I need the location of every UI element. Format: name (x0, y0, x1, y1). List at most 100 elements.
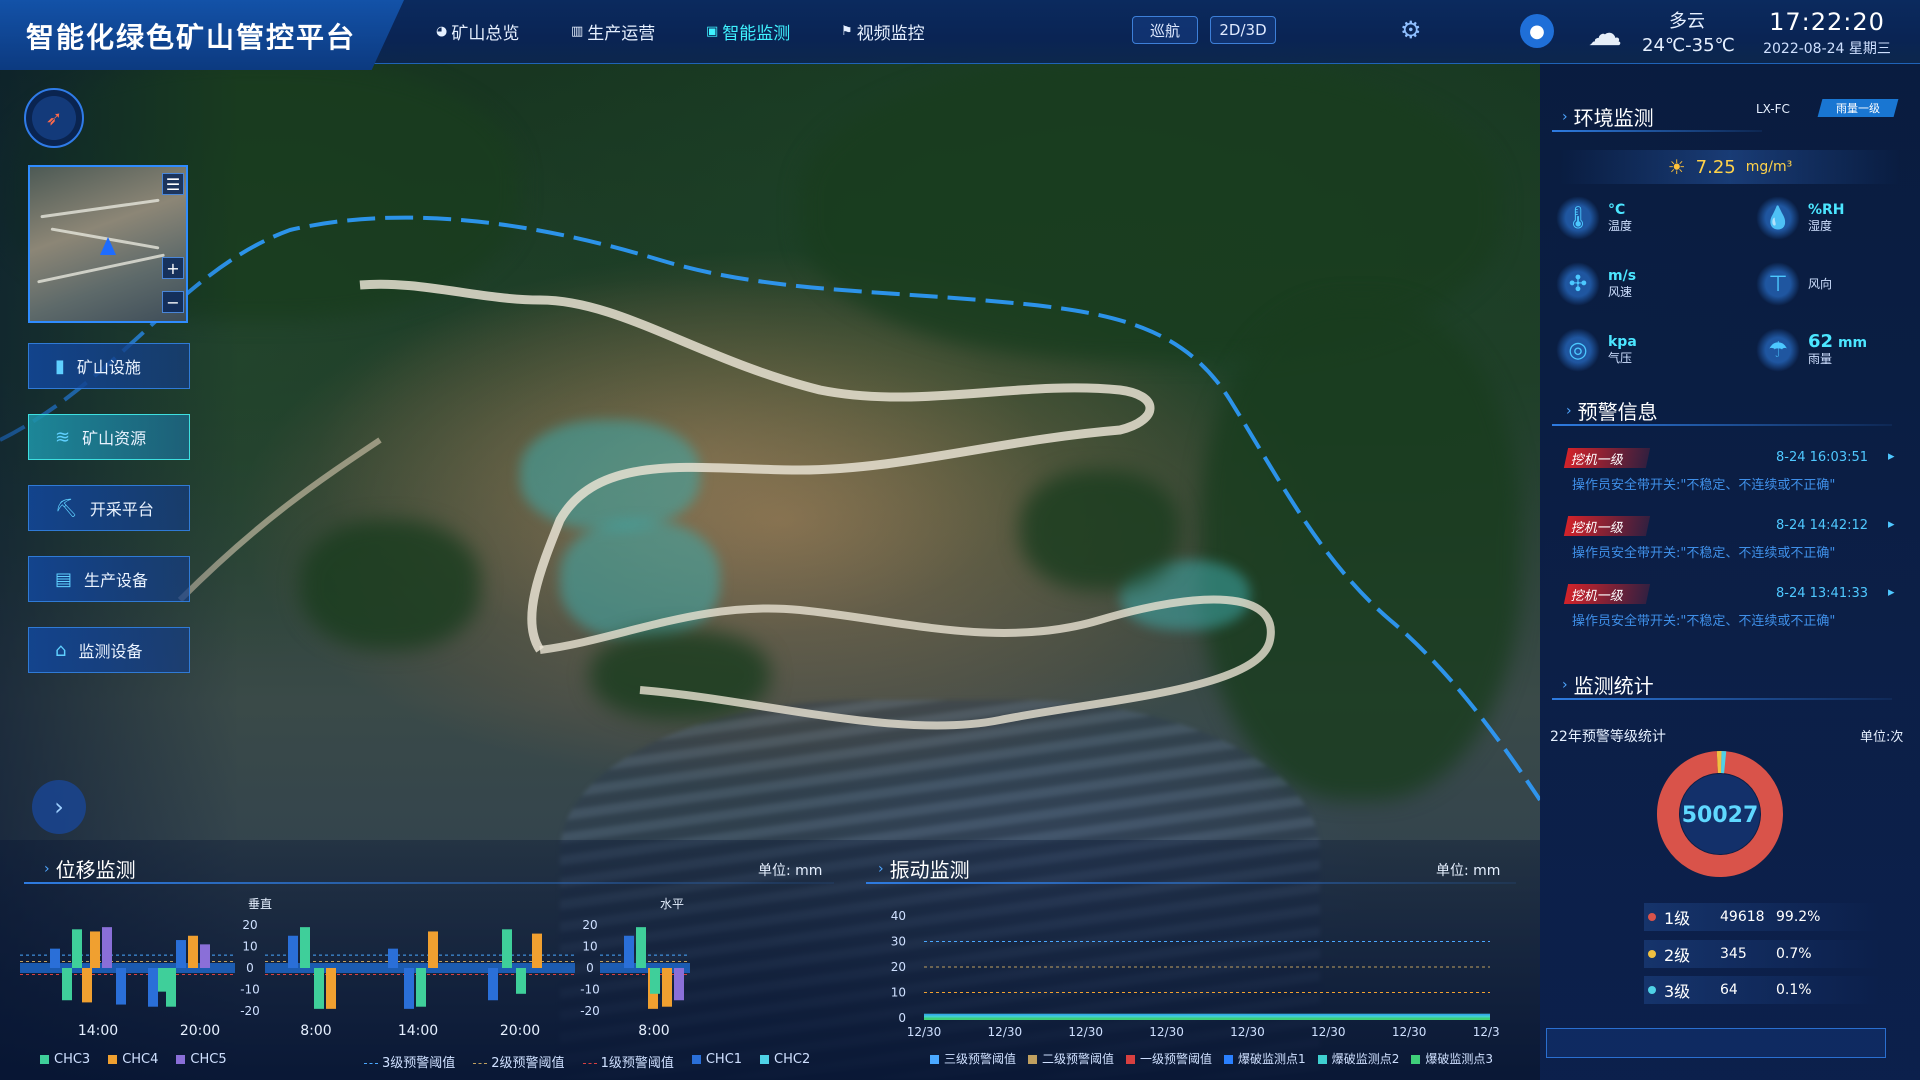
alert-item[interactable]: 挖机一级 8-24 13:41:33 ▸ 操作员安全带开关:"不稳定、不连续或不… (1563, 584, 1906, 644)
legend-label: CHC5 (190, 1052, 227, 1067)
chevron-right-icon: › (1562, 676, 1568, 693)
cruise-button[interactable]: 巡航 (1132, 16, 1198, 44)
sidebar-item-monitoring-equipment[interactable]: ⌂ 监测设备 (28, 627, 190, 673)
cloud-sun-icon: ☁ (1588, 14, 1622, 54)
alert-item[interactable]: 挖机一级 8-24 16:03:51 ▸ 操作员安全带开关:"不稳定、不连续或不… (1563, 448, 1906, 508)
legend-item: 一级预警阈值 (1126, 1050, 1212, 1067)
sidebar-item-resources[interactable]: ≋ 矿山资源 (28, 414, 190, 460)
bar (416, 968, 426, 1007)
donut-total: 50027 (1682, 803, 1759, 828)
sidebar-item-label: 监测设备 (78, 642, 143, 661)
alert-message: 操作员安全带开关:"不稳定、不连续或不正确" (1572, 546, 1836, 561)
nav-tab-monitoring[interactable]: ▣ 智能监测 (700, 18, 796, 44)
nav-tab-label: 矿山总览 (451, 23, 520, 44)
bar (102, 927, 112, 968)
chevron-right-icon[interactable]: ▸ (1888, 585, 1895, 600)
stats-subtitle: 22年预警等级统计 (1550, 729, 1666, 745)
level-count: 64 (1720, 981, 1738, 998)
zoom-out-button[interactable]: − (162, 291, 184, 313)
env-unit: kpa (1608, 334, 1637, 350)
legend-label: 一级预警阈值 (1140, 1052, 1213, 1066)
y-tick-label: -10 (240, 983, 260, 997)
legend-item: 爆破监测点3 (1411, 1050, 1493, 1067)
globe-icon: ◕ (436, 23, 448, 39)
pm-unit: mg/m³ (1745, 159, 1793, 175)
minimap[interactable]: ☰ + − (28, 165, 188, 323)
nav-tab-label: 智能监测 (722, 23, 791, 44)
menu-icon[interactable]: ☰ (162, 173, 184, 195)
nav-tab-overview[interactable]: ◕ 矿山总览 (430, 18, 525, 44)
x-tick-label: 20:00 (180, 1023, 220, 1039)
bar (82, 968, 92, 1003)
chevron-right-icon: › (1562, 108, 1568, 125)
chevron-right-icon[interactable]: ▸ (1888, 517, 1895, 532)
bar (158, 968, 168, 992)
rain-level-label: 雨量一级 (1836, 102, 1880, 115)
y-tick-label: 0 (586, 961, 594, 975)
sidebar-item-mining-platform[interactable]: ⛏ 开采平台 (28, 485, 190, 531)
x-tick-label: 12/30 (1230, 1025, 1265, 1039)
env-rainfall: ☂ 62 mm 雨量 (1756, 328, 1867, 372)
x-tick-label: 12/30 (1068, 1025, 1103, 1039)
legend-label: CHC4 (122, 1052, 159, 1067)
x-tick-label: 12/30 (1149, 1025, 1184, 1039)
bar (404, 968, 414, 1009)
legend-item: 三级预警阈值 (930, 1050, 1016, 1067)
env-wind-speed: ✣ m/s 风速 (1556, 262, 1636, 306)
displacement-panel-title: › 位移监测 (44, 854, 136, 883)
legend-item: CHC5 (176, 1052, 227, 1067)
legend-item: CHC2 (760, 1052, 810, 1071)
env-pressure: ◎ kpa 气压 (1556, 328, 1637, 372)
legend-item: CHC1 (691, 1052, 742, 1071)
x-tick-label: 12/30 (1473, 1025, 1500, 1039)
alert-time: 8-24 13:41:33 (1776, 586, 1869, 601)
legend-label: 2级预警阈值 (491, 1056, 565, 1071)
chevron-right-icon[interactable]: ▸ (1888, 449, 1895, 464)
legend-item: CHC4 (108, 1052, 158, 1067)
gear-icon[interactable]: ⚙ (1400, 16, 1422, 44)
sidebar-item-facilities[interactable]: ▮ 矿山设施 (28, 343, 190, 389)
bar (300, 927, 310, 968)
zoom-in-button[interactable]: + (162, 257, 184, 279)
nav-tab-production[interactable]: ▥ 生产运营 (565, 18, 661, 44)
legend-label: CHC3 (54, 1052, 91, 1067)
expand-panel-button[interactable]: › (32, 780, 86, 834)
compass-button[interactable]: ➶ (24, 88, 84, 148)
excavator-icon: ⛏ (55, 497, 78, 519)
chevron-right-icon: › (54, 793, 64, 821)
alert-time: 8-24 14:42:12 (1776, 518, 1869, 533)
user-avatar[interactable]: ● (1520, 14, 1554, 48)
stats-unit: 单位:次 (1860, 730, 1904, 745)
bar (62, 968, 72, 1001)
stats-title: 监测统计 (1573, 674, 1654, 698)
env-unit: mm (1837, 334, 1868, 351)
env-label: 雨量 (1808, 351, 1833, 366)
sidebar-item-label: 矿山资源 (82, 429, 147, 448)
view-toggle-button[interactable]: 2D/3D (1210, 16, 1276, 44)
vibration-title: 振动监测 (889, 858, 970, 882)
env-wind-direction: ⊤ 风向 (1756, 262, 1832, 306)
bar (650, 968, 660, 994)
sidebar-item-production-equipment[interactable]: ▤ 生产设备 (28, 556, 190, 602)
bar (188, 935, 198, 968)
alert-item[interactable]: 挖机一级 8-24 14:42:12 ▸ 操作员安全带开关:"不稳定、不连续或不… (1563, 516, 1906, 576)
bar (532, 933, 542, 968)
monitor-icon: ▣ (706, 23, 719, 39)
alert-level-tag: 挖机一级 (1563, 448, 1651, 468)
pm-value: 7.25 (1695, 156, 1736, 178)
stats-panel-title: › 监测统计 (1562, 670, 1654, 699)
nav-tab-video[interactable]: ⚑ 视频监控 (835, 18, 931, 44)
bar (674, 968, 684, 1001)
alerts-panel-title: › 预警信息 (1566, 396, 1658, 425)
level-count: 345 (1720, 945, 1747, 962)
device-tag[interactable]: LX-FC (1756, 102, 1790, 116)
bar (388, 948, 398, 968)
factory-icon: ▥ (571, 23, 584, 39)
level-percent: 0.7% (1776, 946, 1812, 962)
rain-level-tag[interactable]: 雨量一级 (1817, 99, 1899, 117)
env-unit: m/s (1608, 268, 1637, 284)
weather-widget: 多云 24℃-35℃ (1642, 10, 1735, 58)
alert-time: 8-24 16:03:51 (1776, 450, 1869, 465)
env-temperature: 🌡 °C 温度 (1556, 196, 1632, 240)
current-time: 17:22:20 (1769, 8, 1885, 36)
